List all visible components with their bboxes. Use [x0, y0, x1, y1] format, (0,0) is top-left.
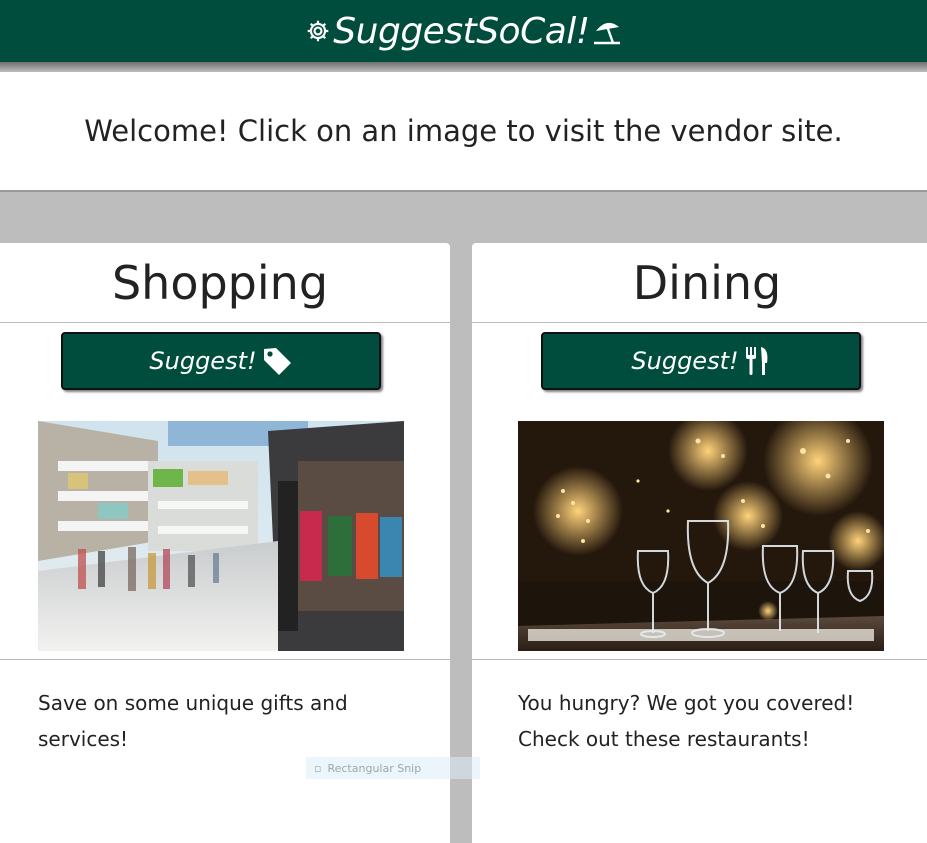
- snip-icon: ▫: [314, 761, 322, 775]
- shopping-card-title: Shopping: [0, 243, 450, 323]
- brand-name: SuggestSoCal!: [333, 10, 590, 52]
- shopping-suggest-button[interactable]: Suggest!: [61, 332, 381, 390]
- welcome-text: Welcome! Click on an image to visit the …: [84, 114, 843, 148]
- shopping-card: Shopping Suggest! Save on some unique gi…: [0, 243, 450, 843]
- brand-logo[interactable]: SuggestSoCal!: [305, 11, 621, 52]
- topbar-shadow: [0, 62, 927, 72]
- snip-overlay: ▫ Rectangular Snip: [306, 757, 480, 779]
- shopping-card-divider: [0, 659, 450, 660]
- dining-card-title: Dining: [472, 243, 927, 323]
- gear-icon: [308, 20, 329, 42]
- restaurant-table-image[interactable]: [518, 421, 884, 651]
- tag-icon: [263, 348, 291, 375]
- dining-description: You hungry? We got you covered! Check ou…: [518, 691, 855, 751]
- beach-umbrella-icon: [593, 22, 620, 45]
- dining-card-divider: [472, 659, 927, 660]
- shopping-suggest-label: Suggest!: [149, 347, 257, 375]
- shopping-mall-image[interactable]: [38, 421, 404, 651]
- dining-card: Dining Suggest! You hungry? We got you c…: [472, 243, 927, 843]
- top-nav-bar: SuggestSoCal!: [0, 0, 927, 62]
- dining-suggest-button[interactable]: Suggest!: [541, 332, 861, 390]
- shopping-description: Save on some unique gifts and services!: [38, 691, 348, 751]
- utensils-icon: [745, 347, 768, 375]
- welcome-banner: Welcome! Click on an image to visit the …: [0, 72, 927, 192]
- dining-suggest-label: Suggest!: [631, 347, 739, 375]
- snip-label: Rectangular Snip: [327, 761, 422, 775]
